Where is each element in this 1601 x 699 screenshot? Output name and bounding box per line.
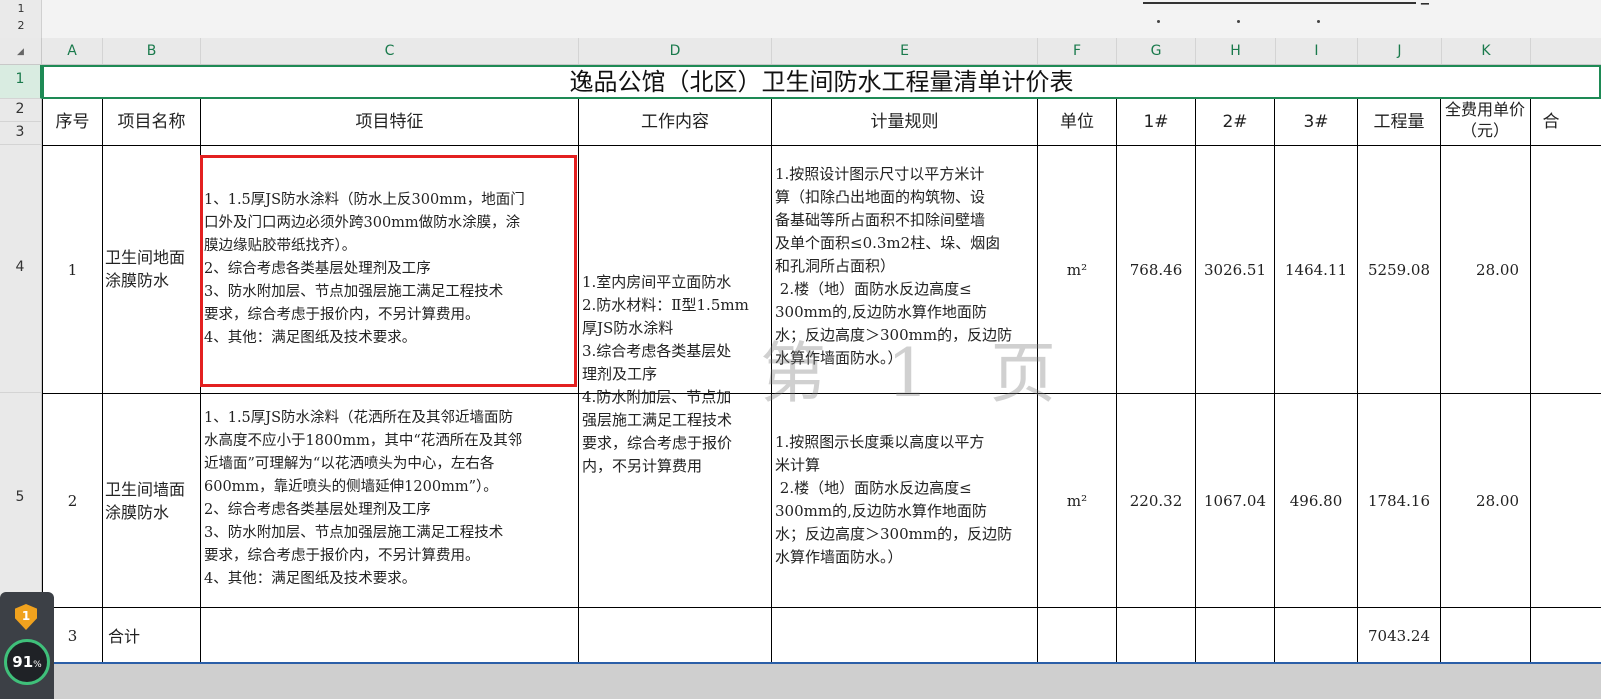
row1-unit[interactable]: m² (1038, 259, 1116, 282)
header-total[interactable]: 合 (1531, 111, 1571, 134)
column-header-b[interactable]: B (103, 38, 201, 64)
highlight-box (200, 155, 577, 387)
column-header-f[interactable]: F (1038, 38, 1117, 64)
row-number: 1 (15, 71, 25, 87)
row3-name[interactable]: 合计 (108, 625, 198, 648)
header-seq[interactable]: 序号 (43, 111, 102, 134)
header-b2[interactable]: 2# (1196, 111, 1274, 134)
header-unit[interactable]: 单位 (1038, 111, 1116, 134)
outline-level-box: 1 2 (0, 0, 42, 38)
column-header-h[interactable]: H (1196, 38, 1276, 64)
score-ring[interactable]: 91% (4, 639, 50, 685)
header-feature[interactable]: 项目特征 (201, 111, 578, 134)
grid-line (771, 99, 772, 662)
row2-name[interactable]: 卫生间墙面 涂膜防水 (105, 478, 200, 524)
row-header-4[interactable]: 4 (0, 145, 42, 393)
row1-seq[interactable]: 1 (43, 259, 102, 282)
outline-dot (1157, 20, 1160, 23)
row1-name[interactable]: 卫生间地面 涂膜防水 (105, 246, 200, 292)
grid-line (1440, 99, 1441, 662)
row-number: 5 (15, 489, 25, 505)
header-price[interactable]: 全费用单价（元） (1443, 99, 1527, 145)
grid-line (578, 99, 579, 662)
grid-line (42, 99, 43, 662)
header-name[interactable]: 项目名称 (103, 111, 200, 134)
row2-qty[interactable]: 1784.16 (1358, 490, 1440, 513)
row2-seq[interactable]: 2 (43, 490, 102, 513)
column-header-i[interactable]: I (1276, 38, 1358, 64)
column-header-e[interactable]: E (772, 38, 1038, 64)
outline-group-line (1143, 2, 1416, 4)
row-header-1[interactable]: 1 (0, 65, 42, 99)
grid-line (1274, 99, 1275, 662)
row2-b2[interactable]: 1067.04 (1196, 490, 1274, 513)
grid-line (102, 99, 103, 662)
outline-group-bar: 1 2 − (0, 0, 1601, 38)
header-b3[interactable]: 3# (1275, 111, 1357, 134)
score-number: 91 (12, 653, 34, 671)
row-number: 2 (15, 101, 25, 117)
collapse-group-button[interactable]: − (1418, 0, 1432, 12)
column-header-bar: ◢ A B C D E F G H I J K (0, 38, 1601, 65)
sheet-title[interactable]: 逸品公馆（北区）卫生间防水工程量清单计价表 (42, 65, 1601, 99)
outline-level-1-button[interactable]: 1 (14, 2, 28, 15)
row1-b3[interactable]: 1464.11 (1275, 259, 1357, 282)
row1-b2[interactable]: 3026.51 (1196, 259, 1274, 282)
grid-line (1037, 99, 1038, 662)
score-percent: % (33, 660, 42, 670)
select-all-triangle-icon: ◢ (17, 47, 24, 57)
row-number: 3 (15, 124, 25, 140)
grid-line (1357, 99, 1358, 662)
header-qty[interactable]: 工程量 (1358, 111, 1440, 134)
grid-line (42, 607, 1601, 608)
row3-qty[interactable]: 7043.24 (1358, 625, 1440, 648)
row2-unit[interactable]: m² (1038, 490, 1116, 513)
row-header-2[interactable]: 2 (0, 99, 42, 122)
score-value: 91% (7, 653, 47, 671)
row1-rule[interactable]: 1.按照设计图示尺寸以平方米计 算（扣除凸出地面的构筑物、设 备基础等所占面积不… (775, 163, 1037, 370)
header-work[interactable]: 工作内容 (579, 111, 771, 134)
grid-line (1530, 99, 1531, 662)
grid-line (1116, 99, 1117, 662)
outline-dot (1237, 20, 1240, 23)
column-header-d[interactable]: D (579, 38, 772, 64)
header-b1[interactable]: 1# (1117, 111, 1195, 134)
work-content[interactable]: 1.室内房间平立面防水 2.防水材料：Ⅱ型1.5mm 厚JS防水涂料 3.综合考… (582, 271, 771, 478)
header-rule[interactable]: 计量规则 (772, 111, 1037, 134)
row-header-3[interactable]: 3 (0, 122, 42, 145)
row2-rule[interactable]: 1.按照图示长度乘以高度以平方 米计算 2.楼（地）面防水反边高度≤ 300mm… (775, 431, 1037, 569)
grid-line (42, 145, 1601, 146)
outline-dot (1317, 20, 1320, 23)
row-header-5[interactable]: 5 (0, 393, 42, 607)
sheet-bottom-bar (0, 662, 1601, 699)
column-header-j[interactable]: J (1358, 38, 1442, 64)
column-header-c[interactable]: C (201, 38, 579, 64)
row2-feature[interactable]: 1、1.5厚JS防水涂料（花洒所在及其邻近墙面防 水高度不应小于1800mm，其… (204, 407, 578, 591)
shield-icon[interactable]: 1 (15, 604, 37, 630)
row-number: 4 (15, 259, 25, 275)
outline-level-2-button[interactable]: 2 (14, 19, 28, 32)
row1-price[interactable]: 28.00 (1441, 259, 1519, 282)
row2-b3[interactable]: 496.80 (1275, 490, 1357, 513)
row1-qty[interactable]: 5259.08 (1358, 259, 1440, 282)
column-header-l[interactable] (1531, 38, 1601, 64)
select-all-button[interactable]: ◢ (0, 38, 42, 64)
column-header-k[interactable]: K (1442, 38, 1531, 64)
row1-b1[interactable]: 768.46 (1117, 259, 1195, 282)
grid-line (42, 393, 1601, 394)
row2-price[interactable]: 28.00 (1441, 490, 1519, 513)
row2-b1[interactable]: 220.32 (1117, 490, 1195, 513)
floating-security-widget[interactable]: 1 91% (0, 592, 54, 699)
column-header-g[interactable]: G (1117, 38, 1196, 64)
grid-line (1195, 99, 1196, 662)
column-header-a[interactable]: A (42, 38, 103, 64)
